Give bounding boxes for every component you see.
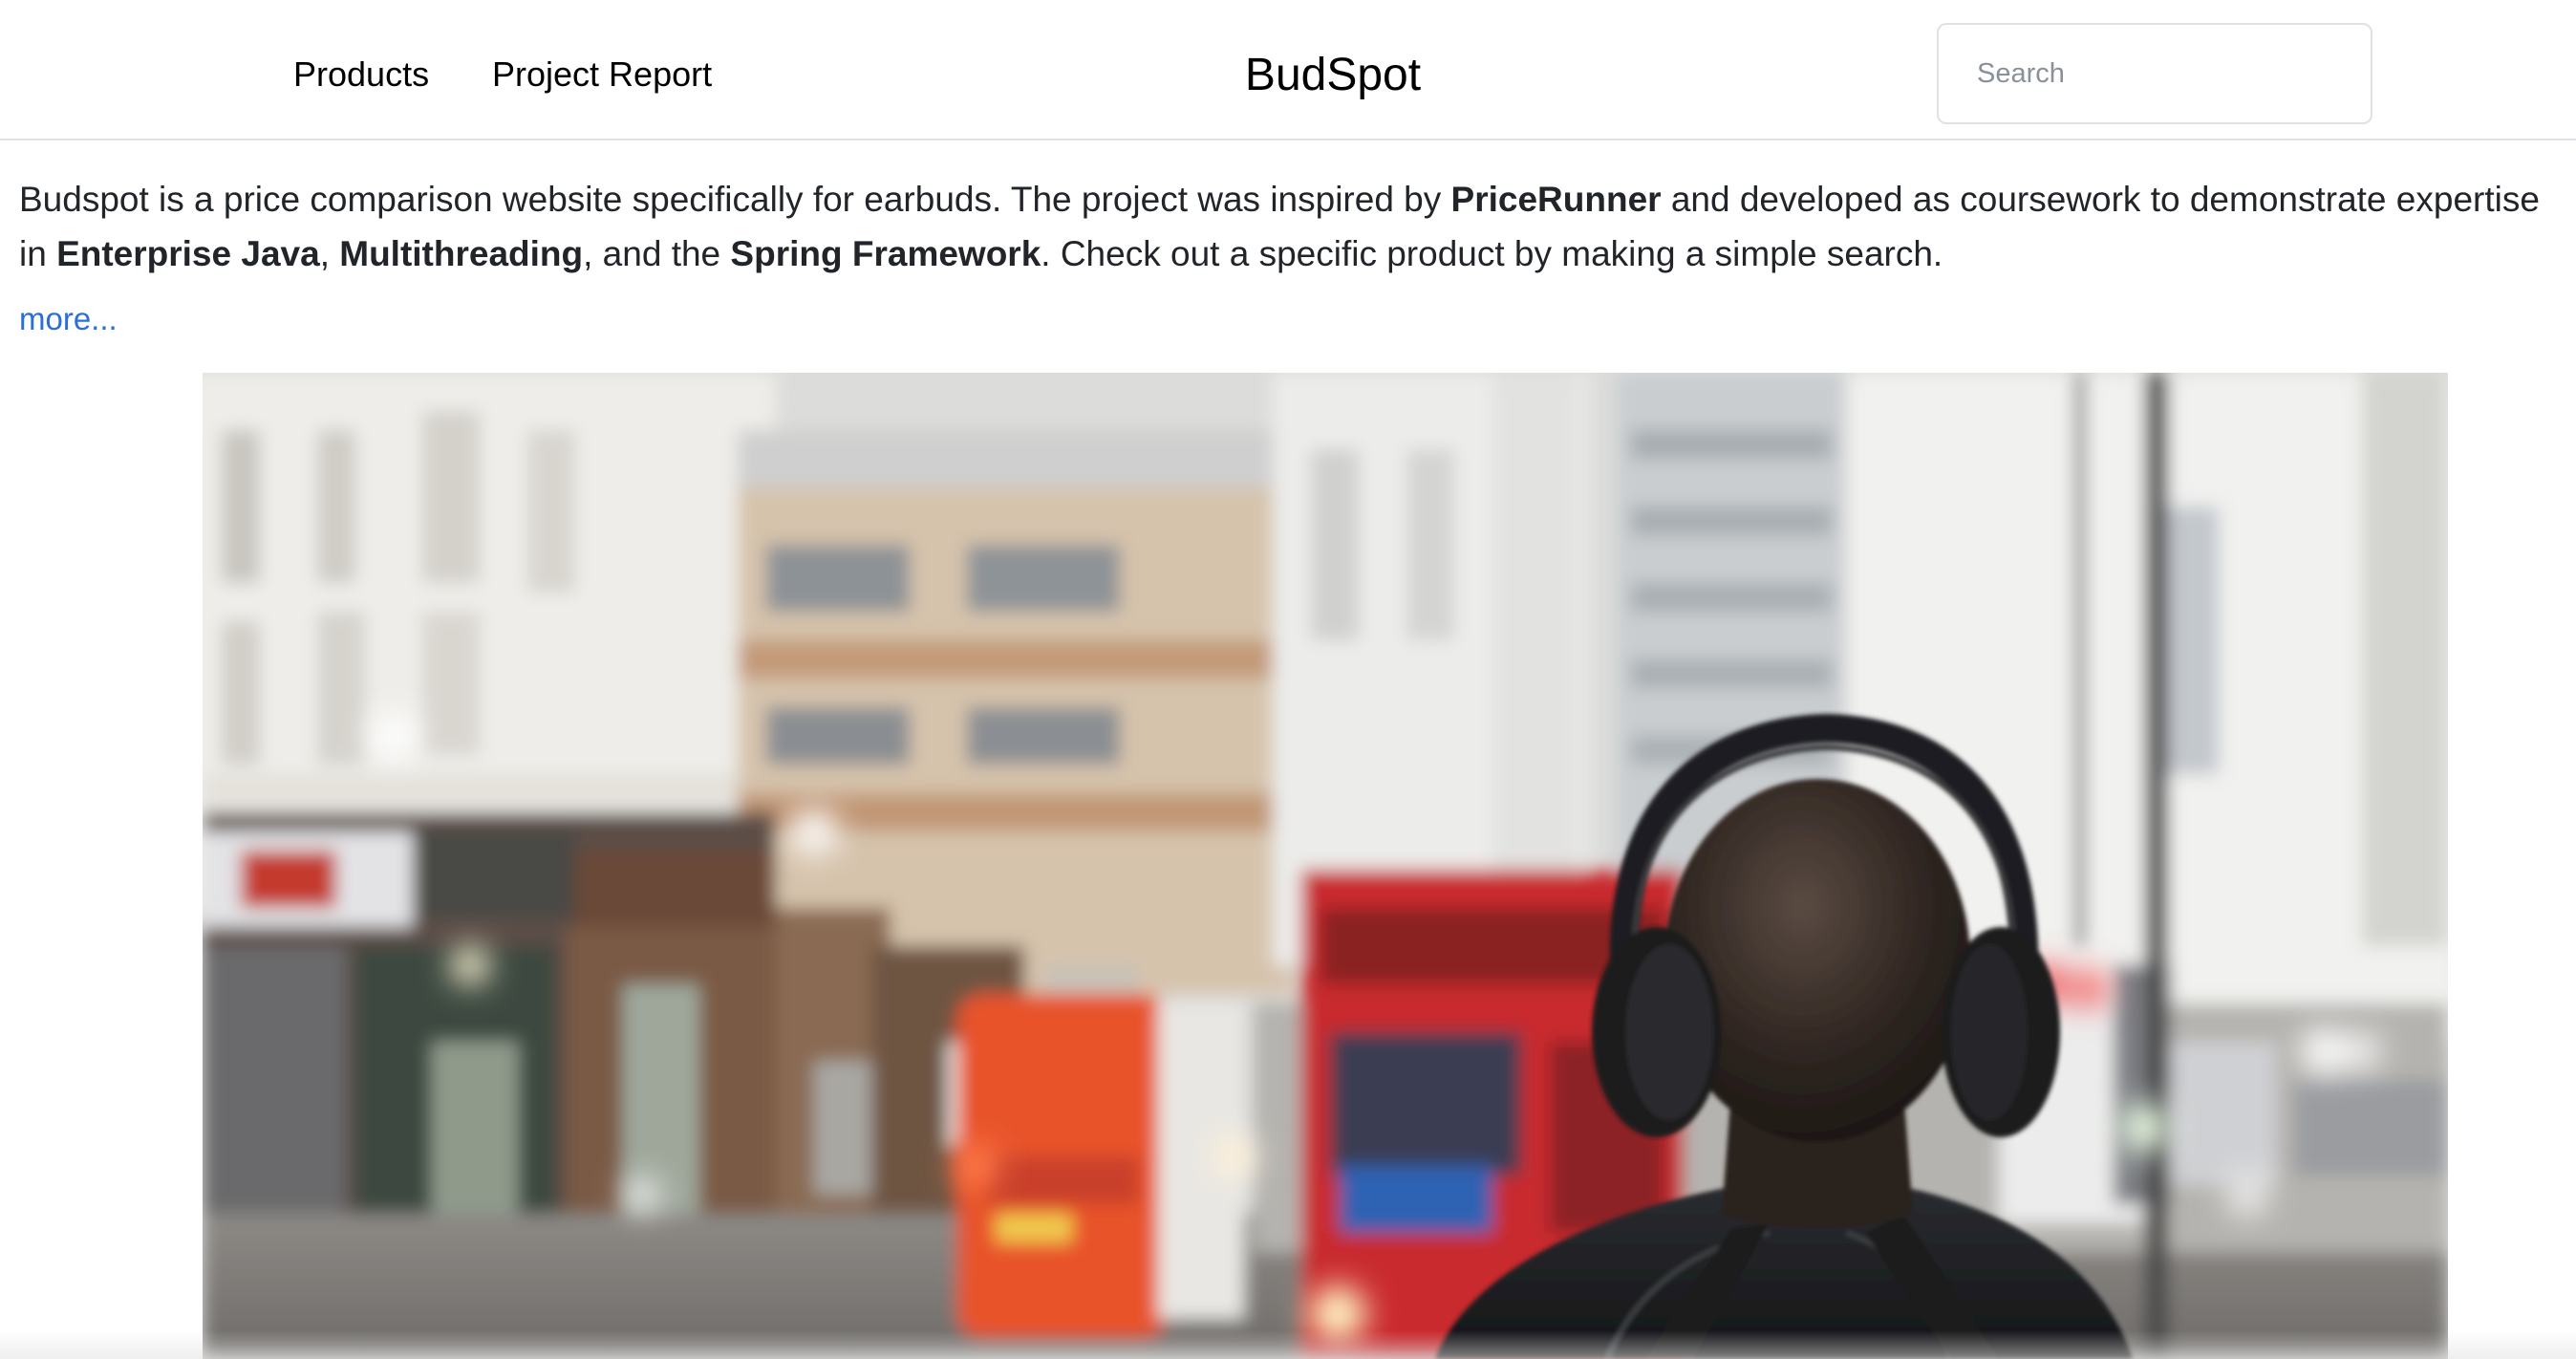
intro-text-1: Budspot is a price comparison website sp… bbox=[19, 180, 1451, 219]
intro-text-5: . Check out a specific product by making… bbox=[1041, 234, 1943, 273]
top-navbar: Products Project Report BudSpot bbox=[0, 0, 2576, 140]
search-box bbox=[1937, 23, 2372, 124]
intro-text-4: , and the bbox=[583, 234, 731, 273]
more-link[interactable]: more... bbox=[19, 298, 118, 340]
hero-image bbox=[203, 373, 2448, 1359]
intro-bold-multithreading: Multithreading bbox=[339, 234, 584, 273]
intro-text-3: , bbox=[319, 234, 340, 273]
intro-bold-spring-framework: Spring Framework bbox=[730, 234, 1041, 273]
intro-bold-pricerunner: PriceRunner bbox=[1450, 180, 1662, 219]
search-input[interactable] bbox=[1939, 25, 2371, 122]
intro-paragraph: Budspot is a price comparison website sp… bbox=[19, 172, 2561, 281]
intro-bold-enterprise-java: Enterprise Java bbox=[56, 234, 320, 273]
